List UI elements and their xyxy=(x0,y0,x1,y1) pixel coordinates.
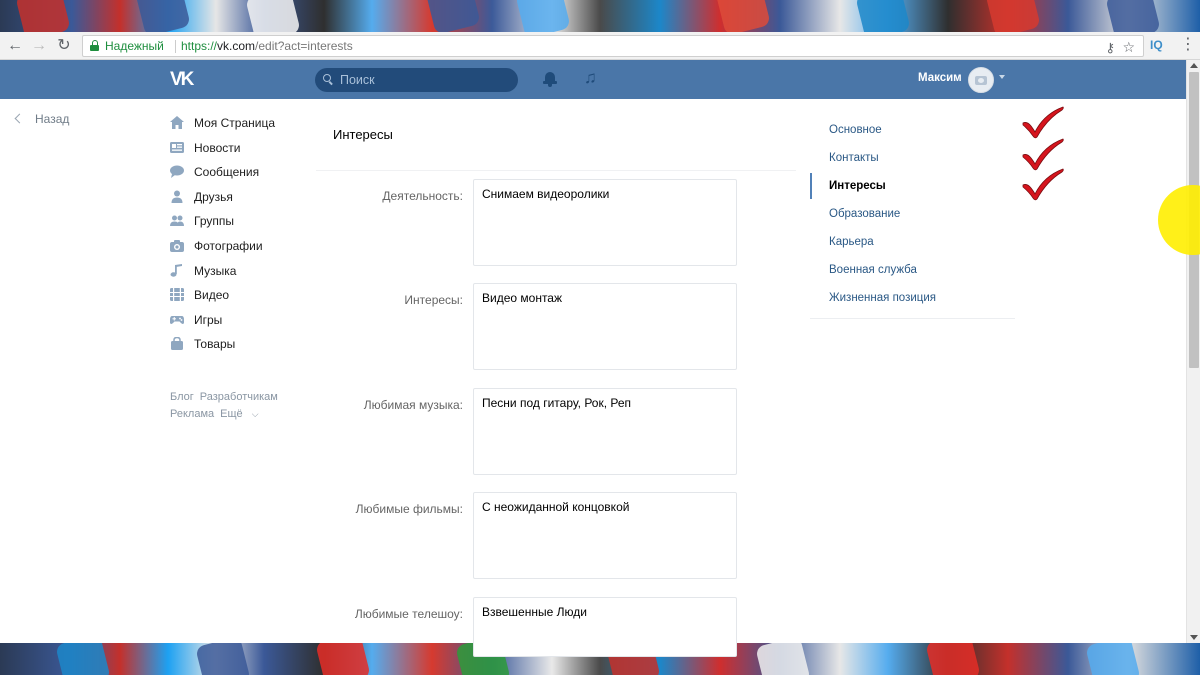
footer-blog-link[interactable]: Блог xyxy=(170,391,194,403)
friends-icon xyxy=(171,190,183,203)
vk-logo[interactable]: VK xyxy=(170,69,200,90)
nav-item-video[interactable]: Видео xyxy=(170,287,310,312)
nav-item-photos[interactable]: Фотографии xyxy=(170,238,310,263)
nav-item-music[interactable]: Музыка xyxy=(170,263,310,288)
nav-item-games[interactable]: Игры xyxy=(170,312,310,337)
back-arrow-icon[interactable]: ← xyxy=(6,37,24,55)
scroll-up-arrow-icon[interactable] xyxy=(1190,63,1198,68)
reload-icon[interactable]: ↻ xyxy=(55,37,73,55)
menu-item-military[interactable]: Военная служба xyxy=(810,256,1015,284)
messages-icon xyxy=(170,165,184,179)
menu-item-life-position[interactable]: Жизненная позиция xyxy=(810,284,1015,312)
field-label: Любимые фильмы: xyxy=(355,502,463,516)
home-icon xyxy=(170,116,184,129)
edit-sections-menu: Основное Контакты Интересы Образование К… xyxy=(810,116,1015,319)
search-icon xyxy=(323,74,334,85)
footer-developers-link[interactable]: Разработчикам xyxy=(200,391,278,403)
nav-item-my-page[interactable]: Моя Страница xyxy=(170,115,310,140)
footer-links: Блог Разработчикам Реклама Ещё ⌵ xyxy=(170,389,300,423)
checkmark-icon xyxy=(1022,168,1064,201)
left-nav: Моя Страница Новости Сообщения Друзья Гр… xyxy=(170,115,310,361)
menu-item-main[interactable]: Основное xyxy=(810,116,1015,144)
chevron-down-icon[interactable] xyxy=(999,75,1005,79)
browser-menu-icon[interactable]: ⋮ xyxy=(1180,36,1196,54)
chevron-left-icon xyxy=(14,113,25,124)
checkmark-icon xyxy=(1022,106,1064,139)
nav-item-friends[interactable]: Друзья xyxy=(170,189,310,214)
vk-header: VK Поиск ♫ Максим xyxy=(0,60,1186,99)
music-note-icon xyxy=(170,263,182,277)
field-label: Деятельность: xyxy=(382,189,463,203)
checkmark-annotations xyxy=(1020,105,1066,205)
footer-ads-link[interactable]: Реклама xyxy=(170,408,214,420)
browser-toolbar: ← → ↻ Надежный https://vk.com/edit?act=i… xyxy=(0,32,1200,60)
favorite-movies-textarea[interactable]: С неожиданной концовкой xyxy=(473,492,737,579)
user-name[interactable]: Максим xyxy=(918,72,962,84)
groups-icon xyxy=(170,215,184,227)
scroll-down-arrow-icon[interactable] xyxy=(1190,635,1198,640)
page-title: Интересы xyxy=(333,127,393,142)
url-text[interactable]: https://vk.com/edit?act=interests xyxy=(181,36,353,56)
menu-item-contacts[interactable]: Контакты xyxy=(810,144,1015,172)
background-collage-top xyxy=(0,0,1200,32)
search-input[interactable]: Поиск xyxy=(315,68,518,92)
menu-item-education[interactable]: Образование xyxy=(810,200,1015,228)
video-icon xyxy=(170,288,184,302)
menu-item-interests[interactable]: Интересы xyxy=(810,172,1015,200)
camera-icon xyxy=(170,239,184,252)
footer-more-link[interactable]: Ещё ⌵ xyxy=(220,408,264,420)
forward-arrow-icon[interactable]: → xyxy=(30,37,48,55)
key-icon[interactable]: ⚷ xyxy=(1105,38,1115,58)
bag-icon xyxy=(171,337,183,351)
lock-icon xyxy=(90,40,99,51)
music-icon[interactable]: ♫ xyxy=(584,68,597,88)
extension-iq-icon[interactable]: IQ xyxy=(1150,38,1163,52)
favorite-music-textarea[interactable]: Песни под гитару, Рок, Реп xyxy=(473,388,737,475)
nav-item-groups[interactable]: Группы xyxy=(170,213,310,238)
bookmark-star-icon[interactable]: ☆ xyxy=(1122,37,1135,57)
chevron-down-small-icon: ⌵ xyxy=(251,409,259,419)
menu-item-career[interactable]: Карьера xyxy=(810,228,1015,256)
nav-item-messages[interactable]: Сообщения xyxy=(170,164,310,189)
search-placeholder: Поиск xyxy=(340,73,375,87)
nav-item-goods[interactable]: Товары xyxy=(170,336,310,361)
avatar[interactable] xyxy=(968,67,994,93)
nav-item-news[interactable]: Новости xyxy=(170,140,310,165)
field-label: Интересы: xyxy=(404,293,463,307)
interests-form: Интересы Деятельность: Снимаем видеороли… xyxy=(316,99,796,657)
secure-label: Надежный xyxy=(105,39,164,53)
back-link[interactable]: Назад xyxy=(14,112,69,126)
bell-icon[interactable] xyxy=(543,71,557,87)
gamepad-icon xyxy=(170,315,184,324)
news-icon xyxy=(170,141,184,153)
address-bar[interactable]: Надежный https://vk.com/edit?act=interes… xyxy=(82,35,1144,57)
favorite-tv-textarea[interactable]: Взвешенные Люди xyxy=(473,597,737,657)
interests-textarea[interactable]: Видео монтаж xyxy=(473,283,737,370)
page: Назад Моя Страница Новости Сообщения Дру… xyxy=(0,99,1186,657)
scrollbar[interactable] xyxy=(1186,60,1200,643)
field-label: Любимые телешоу: xyxy=(354,607,463,621)
field-label: Любимая музыка: xyxy=(363,398,463,412)
checkmark-icon xyxy=(1022,138,1064,171)
activity-textarea[interactable]: Снимаем видеоролики xyxy=(473,179,737,266)
